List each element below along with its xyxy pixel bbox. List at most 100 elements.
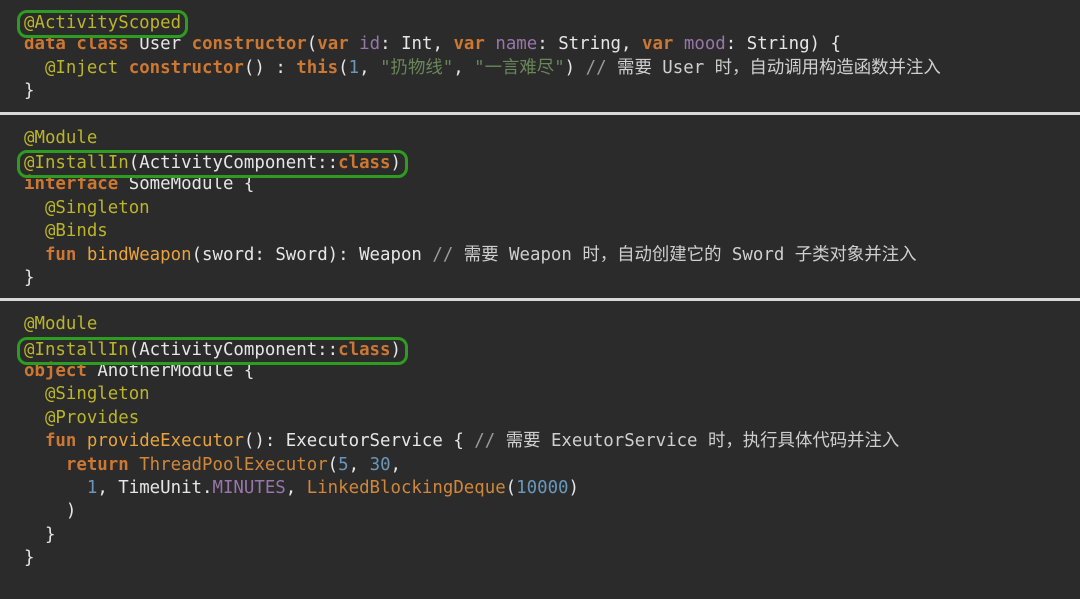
punct-token: : (725, 34, 747, 55)
punct-token: : (380, 34, 402, 55)
code-line: @Module (0, 313, 1080, 336)
highlighted-annotation-install-in: @InstallIn(ActivityComponent::class) (17, 336, 408, 365)
punct-token: , (432, 34, 454, 55)
punct-token: : (537, 34, 559, 55)
punct-token: ) (390, 152, 401, 173)
punct-token: , (359, 57, 381, 78)
punct-token: } (24, 524, 56, 545)
code-line: fun bindWeapon(sword: Sword): Weapon // … (0, 244, 1080, 267)
punct-token: , (621, 34, 642, 55)
keyword-token: fun (44, 244, 77, 265)
keyword-token: var (317, 34, 349, 55)
punct-token: , (390, 454, 402, 475)
function-name-token: provideExecutor (86, 431, 244, 452)
keyword-token: fun (44, 431, 77, 452)
code-line: @ActivityScoped (0, 10, 1080, 38)
annotation-token: @Inject (44, 57, 119, 78)
annotation-token: @Singleton (44, 197, 150, 218)
punct-token: } (24, 81, 35, 102)
code-line: fun provideExecutor(): ExecutorService {… (0, 430, 1080, 453)
parameter-token: name (495, 34, 538, 55)
number-token: 10000 (516, 478, 569, 499)
comment-slashes: // (474, 431, 506, 452)
keyword-token: class (76, 34, 129, 55)
code-line: @InstallIn(ActivityComponent::class) (0, 149, 1080, 178)
parameter-token: id (359, 34, 381, 55)
constant-token: MINUTES (212, 478, 286, 499)
code-line: } (0, 80, 1080, 103)
comment-slashes: // (432, 244, 464, 265)
annotation-token: @ActivityScoped (24, 13, 182, 33)
punct-token: ) (390, 339, 401, 360)
annotation-token: @Provides (44, 407, 140, 428)
annotation-token: @Binds (44, 221, 108, 242)
code-line: return ThreadPoolExecutor(5, 30, (0, 454, 1080, 477)
code-line: @Singleton (0, 197, 1080, 220)
code-line: interface SomeModule { (0, 173, 1080, 196)
punct-token: ( (306, 34, 318, 55)
number-token: 1 (348, 57, 360, 78)
punct-token: } (24, 548, 35, 569)
comment-text: 需要 User 时，自动调用构造函数并注入 (617, 57, 941, 78)
annotation-token: @Module (24, 127, 98, 148)
keyword-token: class (338, 339, 391, 360)
code-line: 1, TimeUnit.MINUTES, LinkedBlockingDeque… (0, 477, 1080, 500)
constructor-call-token: ThreadPoolExecutor (139, 454, 328, 475)
number-token: 1 (86, 478, 98, 499)
annotation-token: @Module (24, 314, 98, 335)
number-token: 5 (338, 454, 349, 475)
punct-token: , (453, 57, 475, 78)
function-name-token: bindWeapon (86, 244, 192, 265)
comment-text: 需要 Weapon 时，自动创建它的 Sword 子类对象并注入 (463, 244, 917, 265)
punct-token: ( (128, 339, 140, 360)
code-line: @Module (0, 127, 1080, 150)
code-block-another-module: @Module @InstallIn(ActivityComponent::cl… (0, 301, 1080, 570)
code-line: data class User constructor(var id: Int,… (0, 33, 1080, 56)
code-line: @InstallIn(ActivityComponent::class) (0, 336, 1080, 365)
punct-token: , (285, 478, 307, 499)
keyword-token: data (24, 34, 66, 55)
code-line: @Provides (0, 407, 1080, 430)
type-token: , TimeUnit. (97, 478, 213, 499)
keyword-token: interface (24, 174, 119, 195)
punct-token: ( (128, 152, 140, 173)
string-token: "一言难尽" (474, 57, 565, 78)
string-token: "扔物线" (380, 57, 454, 78)
annotation-token: @InstallIn (24, 339, 129, 360)
parameter-token: mood (683, 34, 726, 55)
punct-token: ) (568, 478, 579, 499)
number-token: 30 (369, 454, 391, 475)
type-token: String (558, 34, 622, 55)
punct-token: } (24, 267, 35, 288)
keyword-token: var (641, 34, 674, 55)
keyword-token: constructor (128, 57, 244, 78)
code-line: } (0, 524, 1080, 547)
punct-token: ( (505, 478, 517, 499)
code-line: object AnotherModule { (0, 360, 1080, 383)
keyword-token: return (65, 454, 129, 475)
code-line: @Singleton (0, 383, 1080, 406)
code-line: ) (0, 500, 1080, 523)
code-block-activity-scoped-user: @ActivityScoped data class User construc… (0, 0, 1080, 112)
code-line: } (0, 547, 1080, 570)
type-token: SomeModule { (128, 174, 255, 195)
annotation-token: @Singleton (44, 384, 150, 405)
punct-token: ) (564, 57, 586, 78)
type-token: Int (401, 34, 433, 55)
punct-token: , (348, 454, 370, 475)
punct-token: ( (327, 454, 339, 475)
keyword-token: object (24, 361, 87, 382)
type-token: String (746, 34, 810, 55)
comment-text: 需要 ExeutorService 时，执行具体代码并注入 (505, 431, 900, 452)
code-line: } (0, 267, 1080, 290)
signature-token: (): ExecutorService { (243, 431, 475, 452)
keyword-token: this (296, 57, 339, 78)
code-line: @Binds (0, 220, 1080, 243)
constructor-call-token: LinkedBlockingDeque (306, 478, 506, 499)
signature-token: (sword: Sword): Weapon (191, 244, 433, 265)
punct-token: () : (243, 57, 297, 78)
code-block-some-module: @Module @InstallIn(ActivityComponent::cl… (0, 115, 1080, 299)
type-token: ActivityComponent:: (139, 152, 339, 173)
code-screenshot-root: @ActivityScoped data class User construc… (0, 0, 1080, 599)
punct-token: ( (338, 57, 349, 78)
